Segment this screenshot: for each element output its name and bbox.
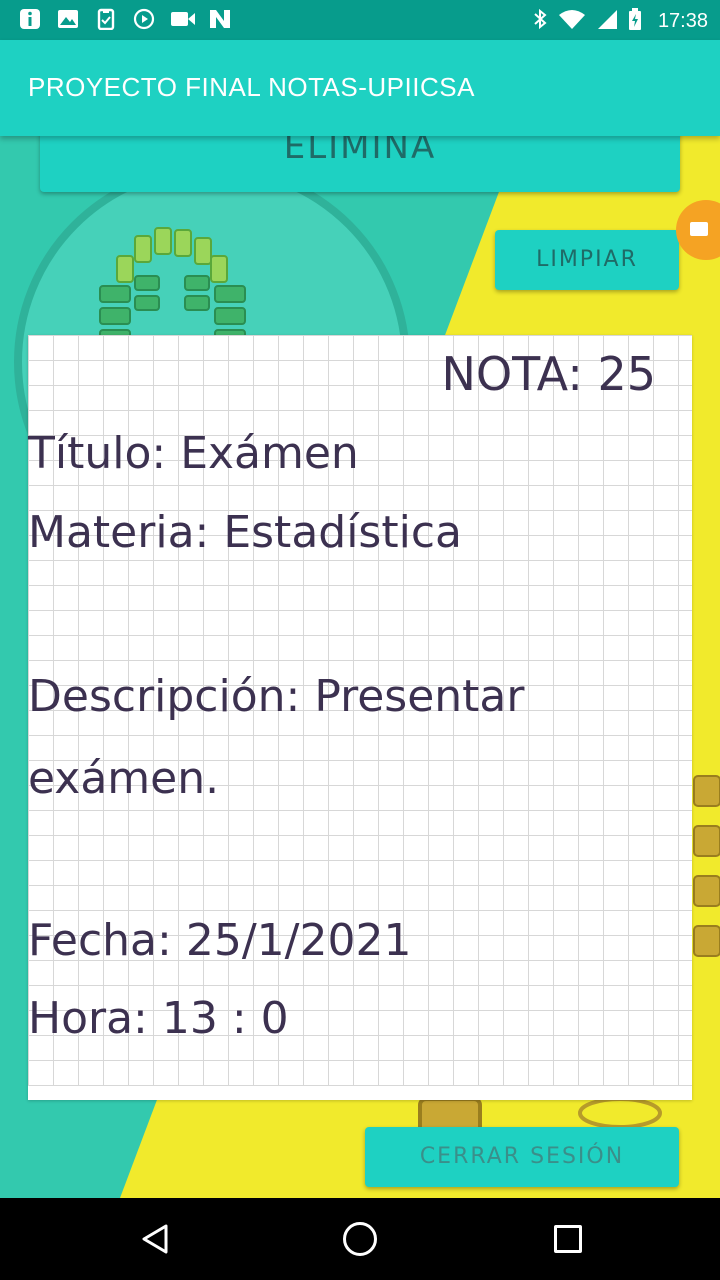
logout-button[interactable]: CERRAR SESIÓN <box>365 1127 679 1187</box>
note-description: Descripción: Presentar <box>28 671 525 722</box>
system-icons: 17:38 <box>532 8 708 34</box>
signal-icon <box>596 8 618 34</box>
note-bottom-edge <box>28 1086 692 1100</box>
back-icon[interactable] <box>140 1223 170 1255</box>
notification-icons <box>18 8 232 32</box>
limpiar-button[interactable]: LIMPIAR <box>495 230 679 290</box>
navigation-bar <box>0 1198 720 1280</box>
note-description-continued: exámen. <box>28 753 220 804</box>
video-icon <box>170 8 195 32</box>
side-decoration-icon <box>693 775 720 957</box>
clock: 17:38 <box>657 10 708 32</box>
recent-apps-icon[interactable] <box>554 1225 582 1253</box>
clipboard-icon <box>94 8 118 32</box>
info-icon <box>18 8 42 32</box>
wifi-icon <box>558 8 586 34</box>
note-title: Título: Exámen <box>28 428 359 479</box>
app-title: PROYECTO FINAL NOTAS-UPIICSA <box>28 72 475 102</box>
battery-icon <box>628 8 642 34</box>
bluetooth-icon <box>532 8 548 34</box>
note-subject: Materia: Estadística <box>28 507 462 558</box>
play-icon <box>132 8 156 32</box>
image-icon <box>56 8 80 32</box>
note-number: NOTA: 25 <box>441 347 656 401</box>
status-bar: 17:38 <box>0 0 720 40</box>
camera-icon <box>690 222 708 236</box>
note-date: Fecha: 25/1/2021 <box>28 915 412 966</box>
app-bar: PROYECTO FINAL NOTAS-UPIICSA <box>0 40 720 136</box>
home-icon[interactable] <box>343 1222 377 1256</box>
n-app-icon <box>208 8 232 32</box>
note-time: Hora: 13 : 0 <box>28 993 289 1044</box>
note-card: NOTA: 25 Título: Exámen Materia: Estadís… <box>28 335 692 1100</box>
